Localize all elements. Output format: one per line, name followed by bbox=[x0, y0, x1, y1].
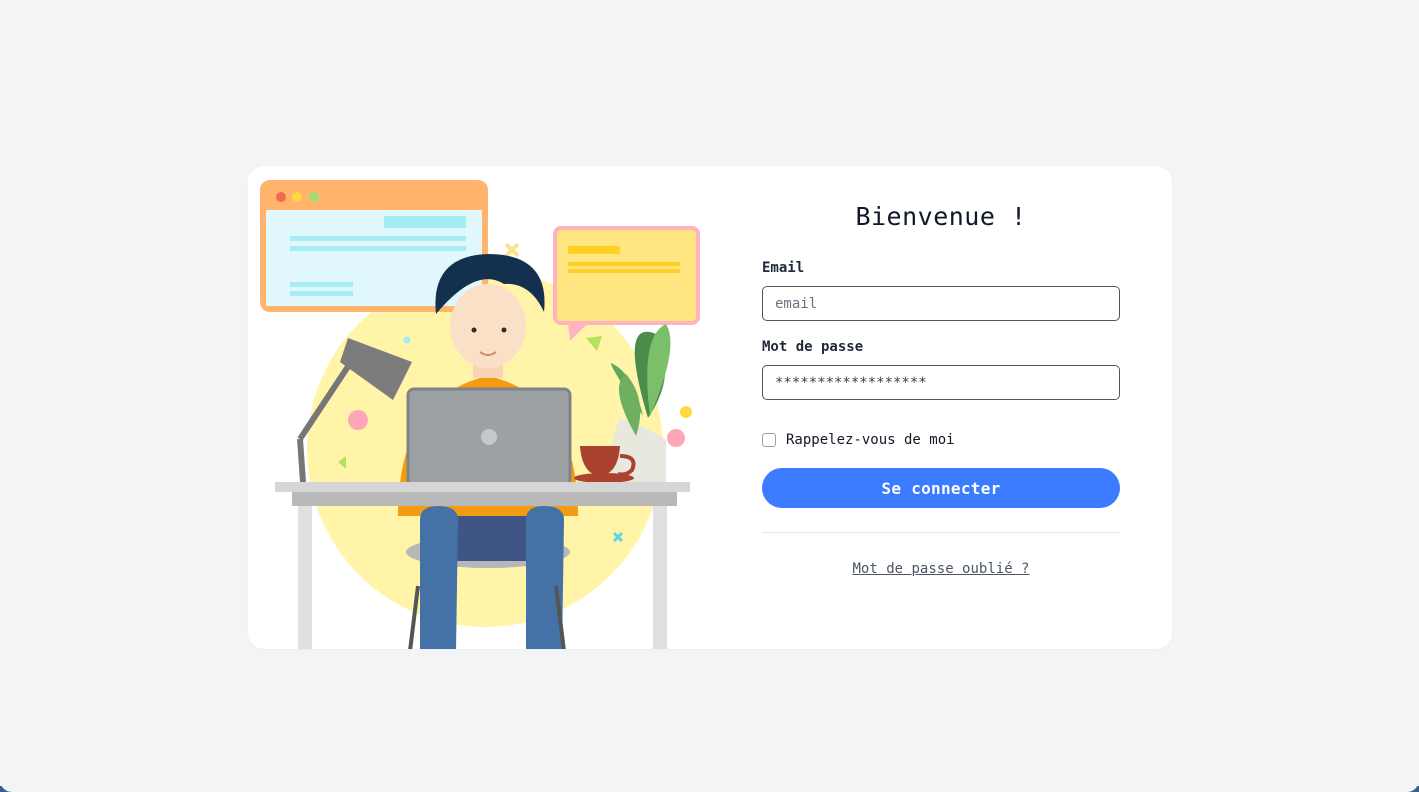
password-label: Mot de passe bbox=[762, 339, 864, 355]
login-button[interactable]: Se connecter bbox=[762, 468, 1120, 508]
login-illustration bbox=[248, 166, 710, 649]
login-card: Bienvenue ! Email Mot de passe Rappelez-… bbox=[248, 166, 1172, 649]
remember-me-checkbox[interactable] bbox=[762, 433, 776, 447]
forgot-password-link[interactable]: Mot de passe oublié ? bbox=[762, 561, 1120, 577]
login-form: Bienvenue ! Email Mot de passe Rappelez-… bbox=[762, 166, 1120, 649]
remember-me-label: Rappelez-vous de moi bbox=[786, 432, 955, 448]
person-at-desk-illustration bbox=[260, 180, 700, 649]
laptop-graphic bbox=[406, 387, 572, 488]
chat-bubble-graphic bbox=[553, 226, 700, 341]
page-title: Bienvenue ! bbox=[855, 202, 1027, 231]
remember-me-option[interactable]: Rappelez-vous de moi bbox=[762, 432, 955, 448]
password-field[interactable] bbox=[762, 365, 1120, 400]
email-field[interactable] bbox=[762, 286, 1120, 321]
divider bbox=[762, 532, 1120, 533]
email-label: Email bbox=[762, 260, 805, 276]
